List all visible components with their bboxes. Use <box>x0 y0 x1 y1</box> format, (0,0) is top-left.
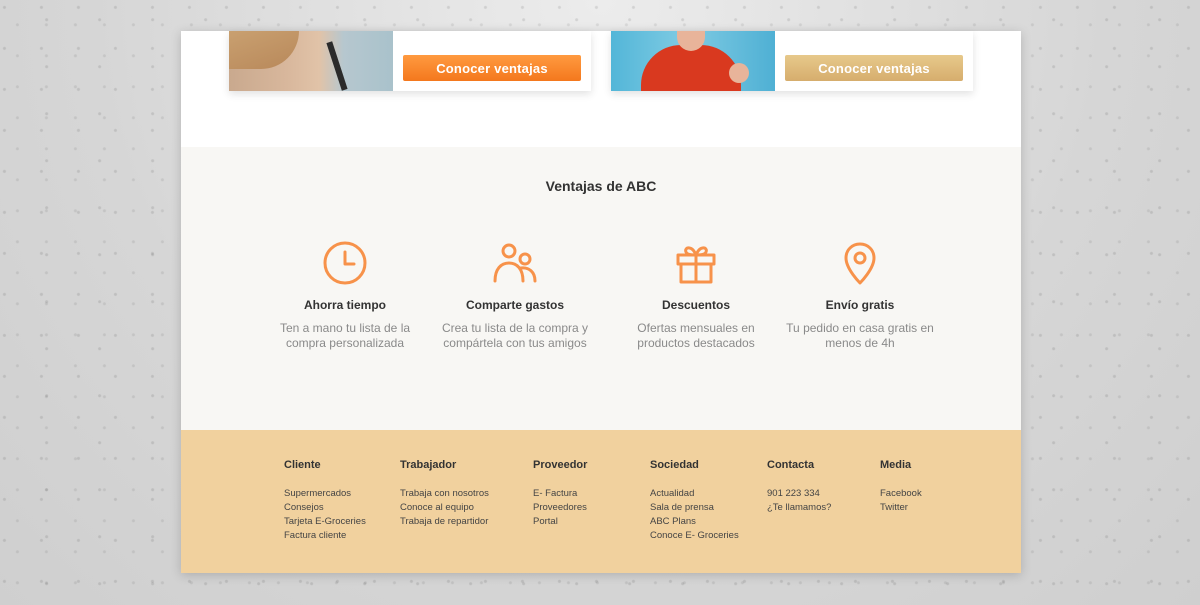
footer-link[interactable]: Tarjeta E-Groceries <box>284 515 366 529</box>
benefit-descuentos: Descuentos Ofertas mensuales en producto… <box>611 239 781 350</box>
benefits-section: Ventajas de ABC Ahorra tiempo Ten a mano… <box>181 147 1021 430</box>
footer-link-phone[interactable]: 901 223 334 <box>767 487 831 501</box>
clock-icon <box>321 239 369 287</box>
promo-card-right: Conocer ventajas <box>611 31 973 91</box>
footer-col-sociedad: Sociedad Actualidad Sala de prensa ABC P… <box>650 459 739 543</box>
footer-link-twitter[interactable]: Twitter <box>880 501 922 515</box>
footer-col-cliente: Cliente Supermercados Consejos Tarjeta E… <box>284 459 366 543</box>
footer-link[interactable]: Conoce E- Groceries <box>650 529 739 543</box>
footer-link[interactable]: Portal <box>533 515 587 529</box>
man-photo <box>611 31 775 91</box>
benefit-comparte-gastos: Comparte gastos Crea tu lista de la comp… <box>430 239 600 350</box>
footer-link[interactable]: ¿Te llamamos? <box>767 501 831 515</box>
footer-col-contacta: Contacta 901 223 334 ¿Te llamamos? <box>767 459 831 515</box>
woman-photo <box>229 31 393 91</box>
footer-link[interactable]: Conoce al equipo <box>400 501 489 515</box>
promo-card-left: Conocer ventajas <box>229 31 591 91</box>
benefit-title: Descuentos <box>661 298 731 312</box>
footer-col-title: Proveedor <box>533 459 588 471</box>
benefit-text: Ofertas mensuales en productos destacado… <box>637 321 755 350</box>
benefit-text: Tu pedido en casa gratis en menos de 4h <box>786 321 934 350</box>
location-pin-icon <box>836 239 884 287</box>
footer-link[interactable]: Trabaja con nosotros <box>400 487 489 501</box>
footer-link[interactable]: Supermercados <box>284 487 366 501</box>
footer-link[interactable]: Consejos <box>284 501 366 515</box>
gift-icon <box>672 239 720 287</box>
footer-link-facebook[interactable]: Facebook <box>880 487 922 501</box>
benefit-ahorra-tiempo: Ahorra tiempo Ten a mano tu lista de la … <box>260 239 430 350</box>
footer-col-title: Contacta <box>767 459 815 471</box>
benefit-title: Comparte gastos <box>465 298 565 312</box>
footer-link[interactable]: Factura cliente <box>284 529 366 543</box>
footer-link[interactable]: Trabaja de repartidor <box>400 515 489 529</box>
benefit-title: Envío gratis <box>825 298 895 312</box>
benefit-envio-gratis: Envío gratis Tu pedido en casa gratis en… <box>775 239 945 350</box>
conocer-ventajas-button-gold[interactable]: Conocer ventajas <box>785 55 963 81</box>
footer-link[interactable]: Actualidad <box>650 487 739 501</box>
footer: Cliente Supermercados Consejos Tarjeta E… <box>181 430 1021 573</box>
footer-link[interactable]: ABC Plans <box>650 515 739 529</box>
benefits-title: Ventajas de ABC <box>545 178 657 194</box>
benefit-text: Ten a mano tu lista de la compra persona… <box>279 321 411 350</box>
users-icon <box>491 239 539 287</box>
benefit-text: Crea tu lista de la compra y compártela … <box>441 321 589 350</box>
footer-col-title: Cliente <box>284 459 321 471</box>
footer-col-title: Media <box>880 459 912 471</box>
footer-col-trabajador: Trabajador Trabaja con nosotros Conoce a… <box>400 459 489 529</box>
benefit-title: Ahorra tiempo <box>303 298 386 312</box>
conocer-ventajas-button-orange[interactable]: Conocer ventajas <box>403 55 581 81</box>
footer-link[interactable]: Sala de prensa <box>650 501 739 515</box>
footer-col-media: Media Facebook Twitter <box>880 459 922 515</box>
page-container: Conocer ventajas Conocer ventajas Ventaj… <box>181 31 1021 573</box>
footer-link[interactable]: Proveedores <box>533 501 587 515</box>
footer-col-proveedor: Proveedor E- Factura Proveedores Portal <box>533 459 587 529</box>
footer-link[interactable]: E- Factura <box>533 487 587 501</box>
footer-col-title: Trabajador <box>400 459 457 471</box>
footer-col-title: Sociedad <box>650 459 699 471</box>
